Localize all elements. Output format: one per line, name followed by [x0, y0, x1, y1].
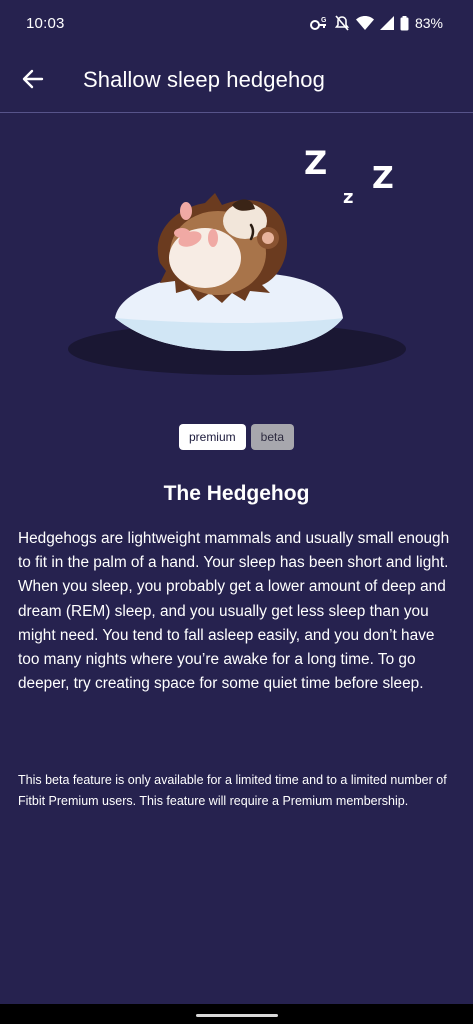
home-indicator[interactable] [196, 1014, 278, 1017]
beta-badge: beta [250, 424, 295, 450]
app-bar: Shallow sleep hedgehog [0, 48, 473, 113]
zzz-small: z [343, 187, 353, 208]
zzz-letters: Z z Z [304, 144, 394, 208]
wifi-icon [355, 16, 374, 30]
zzz-large: Z [304, 144, 327, 182]
page-title: Shallow sleep hedgehog [83, 67, 325, 92]
section-heading: The Hedgehog [163, 482, 310, 505]
zzz-medium: Z [372, 161, 394, 196]
signal-icon [379, 16, 394, 30]
battery-icon [400, 15, 409, 31]
status-bar: 10:03 G 83% [0, 0, 473, 48]
description-text: Hedgehogs are lightweight mammals and us… [18, 530, 450, 693]
premium-badge: premium [178, 424, 246, 450]
back-button[interactable] [14, 60, 52, 98]
notifications-off-icon [334, 15, 350, 31]
arrow-left-icon [22, 69, 44, 89]
beta-disclaimer: This beta feature is only available for … [18, 773, 447, 808]
key-icon: G [309, 16, 328, 30]
badges: premium beta [0, 424, 473, 450]
status-time: 10:03 [26, 15, 65, 32]
battery-percentage: 83% [414, 15, 443, 31]
status-icons: G 83% [309, 13, 443, 33]
svg-text:G: G [321, 17, 327, 24]
navigation-bar [0, 1004, 473, 1024]
hedgehog-illustration: Z z Z [0, 113, 473, 403]
